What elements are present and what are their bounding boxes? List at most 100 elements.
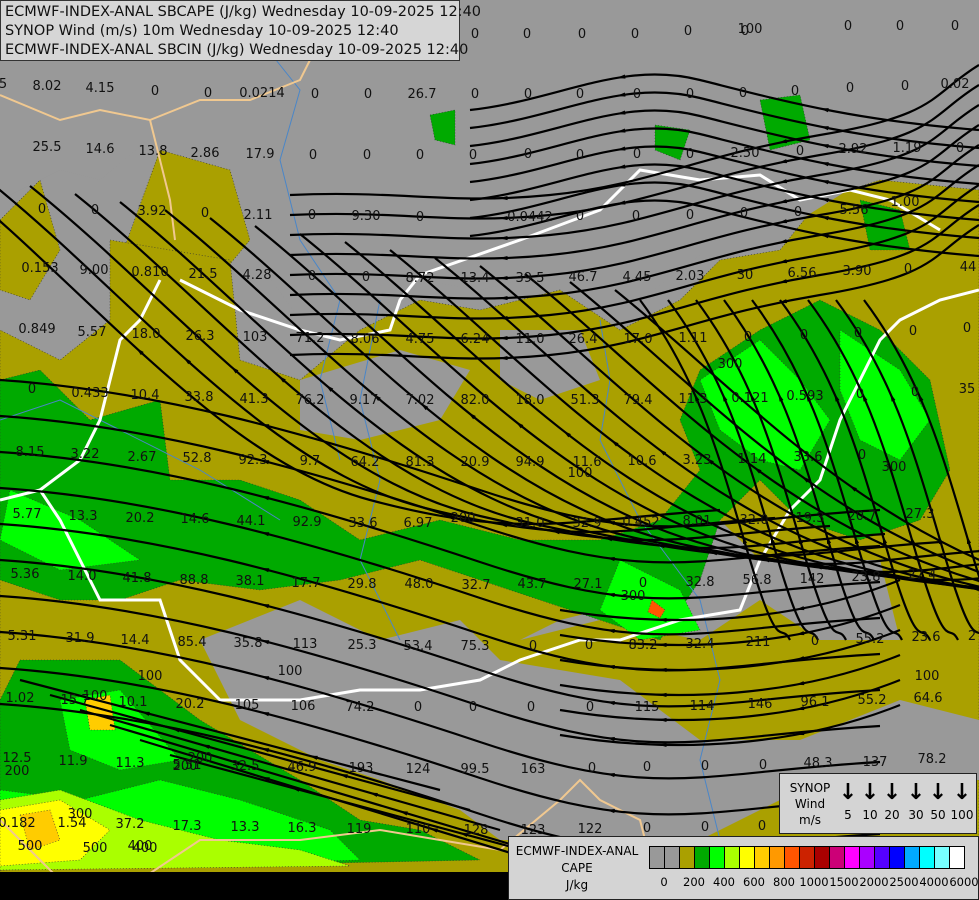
cin-value-label: 0.0442 xyxy=(507,210,553,225)
cin-value-label: 0 xyxy=(759,758,767,773)
cin-value-label: 6.24 xyxy=(461,332,490,347)
wind-speed-label: 30 xyxy=(908,808,924,822)
cin-value-label: 0 xyxy=(858,448,866,463)
cin-value-label: 106 xyxy=(291,699,316,714)
cape-legend-title: ECMWF-INDEX-ANAL CAPE J/kg xyxy=(513,843,641,894)
wind-arrow-down-icon: ↓ xyxy=(906,780,926,805)
cin-value-label: 19.3 xyxy=(796,511,825,526)
color-swatch xyxy=(800,847,815,868)
cin-value-label: 33.8 xyxy=(185,390,214,405)
cin-value-label: 300 xyxy=(68,807,93,822)
cin-value-label: 8.06 xyxy=(351,332,380,347)
cin-value-label: 0 xyxy=(794,205,802,220)
cin-value-label: 81.3 xyxy=(406,455,435,470)
cin-value-label: 8.72 xyxy=(406,271,435,286)
cin-value-label: 103 xyxy=(243,330,268,345)
cin-value-label: 32.9 xyxy=(573,516,602,531)
cin-value-label: 85.4 xyxy=(178,635,207,650)
cin-value-label: 0 xyxy=(28,382,36,397)
cin-value-label: 43.7 xyxy=(518,577,547,592)
cape-tick-label: 2000 xyxy=(859,875,889,889)
cin-value-label: 0 xyxy=(529,639,537,654)
cin-value-label: 1.00 xyxy=(891,195,920,210)
cin-value-label: 0 xyxy=(963,321,971,336)
cin-value-label: 2.67 xyxy=(128,450,157,465)
wind-legend-item: ↓ 10 xyxy=(858,780,882,822)
cin-value-label: 0 xyxy=(414,700,422,715)
color-swatch xyxy=(665,847,680,868)
cin-value-label: 105 xyxy=(235,698,260,713)
cape-tick-label: 400 xyxy=(713,875,735,889)
cin-value-label: 25.3 xyxy=(348,638,377,653)
cin-value-label: 300 xyxy=(718,357,743,372)
cin-value-label: 41.8 xyxy=(123,571,152,586)
cin-value-label: 48.3 xyxy=(804,756,833,771)
wind-arrow-down-icon: ↓ xyxy=(860,780,880,805)
cin-value-label: 11.9 xyxy=(59,754,88,769)
cape-tick-label: 2500 xyxy=(889,875,919,889)
cin-value-label: 17.3 xyxy=(173,819,202,834)
cin-value-label: 0 xyxy=(311,87,319,102)
cin-value-label: 1.19 xyxy=(893,141,922,156)
cin-value-label: 1.02 xyxy=(6,691,35,706)
cin-value-label: 3.23 xyxy=(683,453,712,468)
cin-value-label: 0 xyxy=(38,202,46,217)
cin-value-label: 114 xyxy=(690,699,715,714)
cin-value-label: 110 xyxy=(406,822,431,837)
cin-value-label: 26.7 xyxy=(408,87,437,102)
cin-value-label: 193 xyxy=(349,761,374,776)
cin-value-label: 0 xyxy=(633,87,641,102)
cin-value-label: 0.0214 xyxy=(239,86,285,101)
cin-value-label: 0 xyxy=(524,147,532,162)
cin-value-label: 53.4 xyxy=(404,639,433,654)
cin-value-label: 35.8 xyxy=(234,636,263,651)
cin-value-label: 100 xyxy=(738,22,763,37)
cin-value-label: 142 xyxy=(800,572,825,587)
cin-value-label: 0 xyxy=(701,820,709,835)
cin-value-label: 17.0 xyxy=(624,332,653,347)
cin-value-label: 163 xyxy=(521,762,546,777)
cin-value-label: 96.1 xyxy=(801,695,830,710)
cin-value-label: 0 xyxy=(363,148,371,163)
cin-value-label: 7.02 xyxy=(406,393,435,408)
cin-value-label: 13.8 xyxy=(139,144,168,159)
cin-value-label: 0 xyxy=(701,759,709,774)
cin-value-label: 56.8 xyxy=(743,573,772,588)
cin-value-label: 0 xyxy=(524,87,532,102)
cin-value-label: 51.3 xyxy=(571,393,600,408)
cin-value-label: 0 xyxy=(471,87,479,102)
cin-value-label: 0 xyxy=(469,700,477,715)
cin-value-label: 9.30 xyxy=(352,209,381,224)
wind-legend-item: ↓ 50 xyxy=(926,780,950,822)
cin-value-label: 0.121 xyxy=(731,391,768,406)
cape-tick-label: 200 xyxy=(683,875,705,889)
cin-value-label: 23.6 xyxy=(912,630,941,645)
wind-speed-label: 20 xyxy=(884,808,900,822)
cin-value-label: 2.03 xyxy=(676,269,705,284)
cin-value-label: 2.86 xyxy=(191,146,220,161)
cin-value-label: 0 xyxy=(576,87,584,102)
wind-arrow-down-icon: ↓ xyxy=(838,780,858,805)
cin-value-label: 0 xyxy=(796,144,804,159)
cin-value-label: 11.3 xyxy=(116,756,145,771)
cin-value-label: 46.7 xyxy=(569,270,598,285)
cin-value-label: 0 xyxy=(471,27,479,42)
cin-value-label: 0 xyxy=(585,638,593,653)
cin-value-label: 0 xyxy=(686,87,694,102)
cin-value-label: 16.3 xyxy=(288,821,317,836)
cin-value-label: 39.5 xyxy=(516,271,545,286)
cin-value-label: 300 xyxy=(882,460,907,475)
wind-legend-item: ↓ 30 xyxy=(904,780,928,822)
cin-value-label: 20.9 xyxy=(461,455,490,470)
cin-value-label: 4.75 xyxy=(406,332,435,347)
cin-value-label: 27.1 xyxy=(574,577,603,592)
cin-value-label: 92.3 xyxy=(239,453,268,468)
cin-value-label: 0 xyxy=(151,84,159,99)
cin-value-label: 100 xyxy=(278,664,303,679)
cin-value-label: 0.452 xyxy=(622,515,659,530)
cape-tick-label: 4000 xyxy=(919,875,949,889)
cin-value-label: 32.7 xyxy=(462,578,491,593)
cin-value-label: 137 xyxy=(863,755,888,770)
cin-value-label: 0 xyxy=(744,330,752,345)
cin-value-label: 10.1 xyxy=(119,695,148,710)
